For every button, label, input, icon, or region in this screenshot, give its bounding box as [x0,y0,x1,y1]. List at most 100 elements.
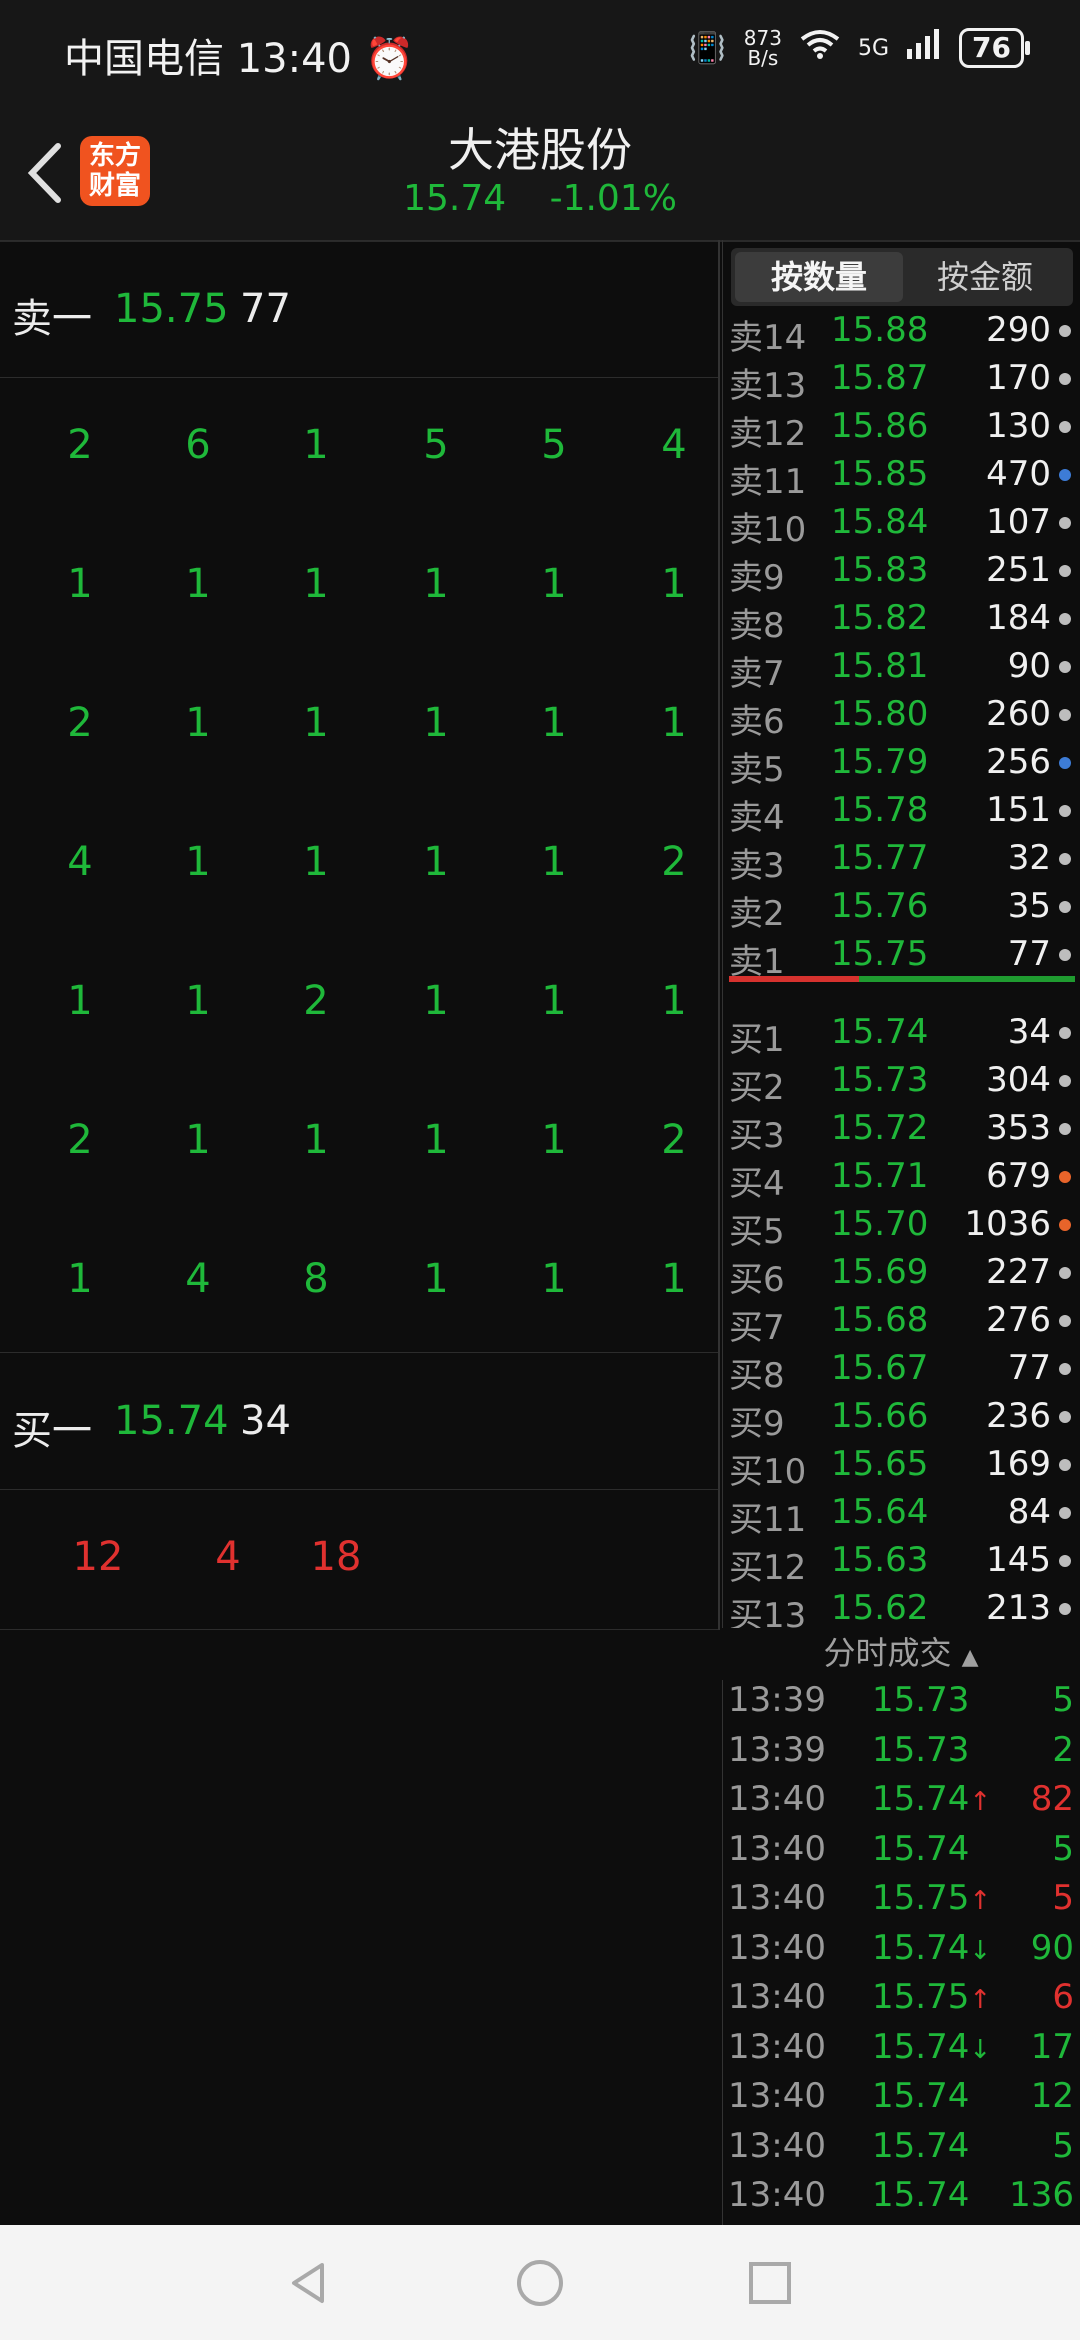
depth-level-label: 买11 [729,1500,807,1540]
order-flag-dot-icon [1059,1123,1071,1135]
battery-icon: 76 [959,28,1030,68]
depth-level-label: 卖7 [729,654,785,694]
tick-time: 13:40 [728,2125,826,2166]
order-flag-dot-icon [1059,1555,1071,1567]
caret-up-icon: ▲ [961,1645,979,1670]
sell-order-cell: 2 [67,422,93,468]
sell-level-row[interactable]: 卖一 15.75 77 [0,240,720,378]
depth-volume: 276 [986,1300,1051,1340]
depth-price: 15.82 [831,598,929,638]
depth-row[interactable]: 卖13 15.87 170 [723,358,1080,406]
sell-order-cell: 1 [423,839,449,885]
depth-level-label: 卖6 [729,702,785,742]
ticks-header[interactable]: 分时成交 ▲ [722,1628,1080,1680]
tick-row: 13:40 15.75↑ 6 [722,1977,1080,2025]
sell-order-cell: 1 [423,978,449,1024]
depth-price: 15.72 [831,1108,929,1148]
sell-order-cell: 1 [185,839,211,885]
depth-row[interactable]: 卖3 15.77 32 [723,838,1080,886]
depth-row[interactable]: 买3 15.72 353 [723,1108,1080,1156]
order-flag-dot-icon [1059,1459,1071,1471]
depth-row[interactable]: 卖10 15.84 107 [723,502,1080,550]
depth-row[interactable]: 买11 15.64 84 [723,1492,1080,1540]
depth-row[interactable]: 买4 15.71 679 [723,1156,1080,1204]
depth-row[interactable]: 卖2 15.76 35 [723,886,1080,934]
order-flag-dot-icon [1059,709,1071,721]
depth-row[interactable]: 买6 15.69 227 [723,1252,1080,1300]
sell-order-cell: 2 [67,1117,93,1163]
depth-price: 15.84 [831,502,929,542]
net-speed-value: 873 [743,26,782,50]
depth-price: 15.76 [831,886,929,926]
depth-volume: 353 [986,1108,1051,1148]
home-nav-icon[interactable] [510,2253,570,2313]
ticks-title: 分时成交 [823,1634,952,1672]
tab-by-quantity[interactable]: 按数量 [735,252,903,302]
sell-order-cell: 1 [303,561,329,607]
depth-row[interactable]: 买2 15.73 304 [723,1060,1080,1108]
status-indicators: 📳 873 B/s 5G 76 [688,26,1030,68]
depth-row[interactable]: 卖5 15.79 256 [723,742,1080,790]
depth-level-label: 卖11 [729,462,807,502]
back-nav-icon[interactable] [280,2253,340,2313]
depth-row[interactable]: 卖7 15.81 90 [723,646,1080,694]
tick-time: 13:40 [728,2076,826,2116]
depth-level-label: 卖14 [729,318,807,358]
depth-price: 15.64 [831,1492,929,1532]
depth-volume: 145 [986,1540,1051,1580]
depth-price: 15.78 [831,790,929,830]
order-flag-dot-icon [1059,757,1071,769]
depth-price: 15.83 [831,550,929,590]
order-flag-dot-icon [1059,661,1071,673]
sell-order-cell: 1 [541,1117,567,1163]
depth-row[interactable]: 买7 15.68 276 [723,1300,1080,1348]
tick-time: 13:39 [728,1729,826,1770]
depth-row[interactable]: 买5 15.70 1036 [723,1204,1080,1252]
tick-volume: 12 [1030,2076,1074,2116]
order-flag-dot-icon [1059,517,1071,529]
depth-volume: 90 [1007,646,1051,686]
depth-row[interactable]: 卖6 15.80 260 [723,694,1080,742]
depth-row[interactable]: 卖12 15.86 130 [723,406,1080,454]
depth-row[interactable]: 买9 15.66 236 [723,1396,1080,1444]
order-flag-dot-icon [1059,421,1071,433]
stock-change-pct: -1.01% [549,178,677,219]
sell-order-cell: 1 [303,839,329,885]
tick-volume: 2 [1052,1729,1074,1770]
tick-price: 15.74↑ [872,1779,992,1819]
depth-row[interactable]: 买10 15.65 169 [723,1444,1080,1492]
buy-level-row[interactable]: 买一 15.74 34 [0,1352,720,1490]
depth-level-label: 卖5 [729,750,785,790]
tick-price: 15.75↑ [872,1878,992,1918]
tick-direction-icon: ↓ [969,1935,992,1966]
sell-orders-row: 2 6 1 5 5 4 [0,378,720,517]
depth-row[interactable]: 卖11 15.85 470 [723,454,1080,502]
tick-volume: 6 [1052,1977,1074,2017]
depth-row[interactable]: 买8 15.67 77 [723,1348,1080,1396]
depth-row[interactable]: 卖9 15.83 251 [723,550,1080,598]
depth-row[interactable]: 卖1 15.75 77 [723,934,1080,982]
order-flag-dot-icon [1059,949,1071,961]
carrier-label: 中国电信 [64,36,224,82]
tick-row: 13:40 15.74 136 [722,2175,1080,2223]
depth-row[interactable]: 买1 15.74 34 [723,1012,1080,1060]
sell-orders-row: 1 4 8 1 1 1 [0,1212,720,1351]
sell-order-cell: 1 [541,978,567,1024]
depth-level-label: 卖2 [729,894,785,934]
depth-row[interactable]: 卖8 15.82 184 [723,598,1080,646]
order-flag-dot-icon [1059,1219,1071,1231]
tick-volume: 90 [1030,1927,1074,1968]
depth-price: 15.66 [831,1396,929,1436]
depth-row[interactable]: 卖4 15.78 151 [723,790,1080,838]
order-flag-dot-icon [1059,613,1071,625]
sell-order-cell: 2 [661,1117,687,1163]
recents-nav-icon[interactable] [740,2253,800,2313]
ticks-list[interactable]: 13:39 15.73 5 13:39 15.73 2 13:40 15.74↑ 82 13:40… [722,1680,1080,2225]
depth-level-label: 卖12 [729,414,807,454]
depth-row[interactable]: 卖14 15.88 290 [723,310,1080,358]
sell-order-cell: 1 [423,700,449,746]
stock-header: 东方 财富 大港股份 15.74 -1.01% [0,100,1080,242]
order-queue-panel: 卖一 15.75 77 2615541111112111114111121121… [0,240,720,1630]
tab-by-amount[interactable]: 按金额 [901,252,1069,302]
depth-row[interactable]: 买12 15.63 145 [723,1540,1080,1588]
